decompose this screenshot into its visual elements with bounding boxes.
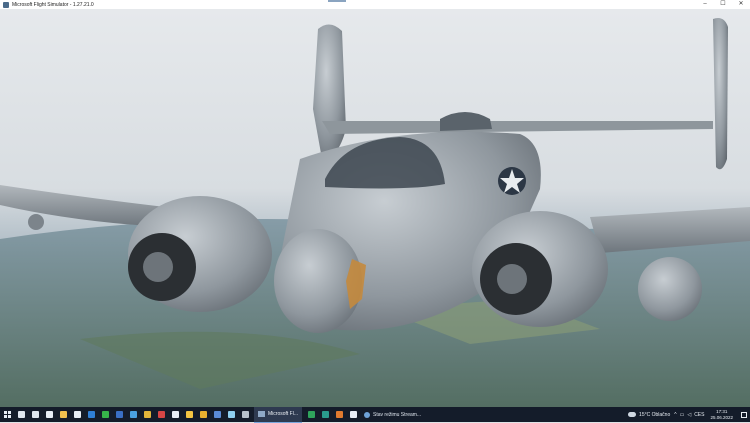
active-task-label: Microsoft Fl... [268, 411, 299, 417]
taskbar-app[interactable] [98, 407, 112, 422]
title-drag-marker [328, 0, 346, 2]
taskbar-app[interactable] [304, 407, 318, 422]
app-cross-icon [129, 411, 137, 418]
notes-icon [227, 411, 235, 418]
windows-logo-icon [3, 411, 11, 418]
simulator-viewport[interactable] [0, 9, 750, 407]
minimize-button[interactable]: – [696, 0, 714, 9]
windows-taskbar: Microsoft Fl... Stav režimu Stream... 15… [0, 406, 750, 423]
chrome-icon [199, 411, 207, 418]
flight-simulator-app-icon [3, 1, 9, 8]
cloud-icon[interactable] [628, 412, 637, 417]
network-icon[interactable]: ▭ [680, 412, 685, 418]
notification-icon [741, 411, 747, 418]
notification-center-button[interactable] [738, 407, 750, 422]
tray-overflow-chevron-icon[interactable]: ^ [674, 412, 676, 418]
left-wing-tank [28, 214, 44, 230]
taskbar-app[interactable] [168, 407, 182, 422]
taskbar-app[interactable] [140, 407, 154, 422]
taskbar-app[interactable] [210, 407, 224, 422]
right-propeller-hub [497, 264, 527, 294]
app-gray-icon [241, 411, 249, 418]
taskbar-app[interactable] [224, 407, 238, 422]
aircraft-scene [0, 9, 750, 407]
right-drop-tank [638, 257, 702, 321]
volume-icon[interactable]: ◁ [687, 412, 691, 418]
taskbar-app[interactable] [318, 407, 332, 422]
start-button[interactable] [0, 407, 14, 422]
taskbar-app[interactable] [14, 407, 28, 422]
left-propeller-hub [143, 252, 173, 282]
taskbar-app[interactable] [332, 407, 346, 422]
window-title-bar[interactable]: Microsoft Flight Simulator - 1.27.21.0 –… [0, 0, 750, 9]
whatsapp-icon [101, 411, 109, 418]
running-apps [304, 407, 360, 422]
taskbar-app[interactable] [238, 407, 252, 422]
clock-date: 25.06.2022 [710, 414, 733, 420]
app-green-icon [321, 411, 329, 418]
taskbar-app[interactable] [126, 407, 140, 422]
search-icon [17, 411, 25, 418]
language-indicator[interactable]: CES [694, 412, 704, 418]
folder-icon [185, 411, 193, 418]
close-button[interactable]: ✕ [732, 0, 750, 9]
task-view-icon [31, 411, 39, 418]
clock[interactable]: 17:31 25.06.2022 [710, 409, 733, 420]
taskbar-task-flight-simulator[interactable]: Microsoft Fl... [254, 406, 303, 423]
calendar-app-icon [171, 411, 179, 418]
taskbar-app[interactable] [56, 407, 70, 422]
outlook-icon [87, 411, 95, 418]
app-blue-icon [115, 411, 123, 418]
taskbar-app[interactable] [28, 407, 42, 422]
stream-task-label: Stav režimu Stream... [373, 411, 422, 418]
notepad-icon [73, 411, 81, 418]
app-orange-icon [335, 411, 343, 418]
excel-icon [307, 411, 315, 418]
file-explorer-icon [59, 411, 67, 418]
taskbar-app[interactable] [42, 407, 56, 422]
stream-mode-icon [364, 411, 371, 418]
maximize-button[interactable]: ☐ [714, 0, 732, 9]
app-white-icon [349, 411, 357, 418]
system-tray: 15°C Oblačno ^ ▭ ◁ CES 17:31 25.06.2022 [628, 407, 750, 422]
taskbar-app[interactable] [182, 407, 196, 422]
taskbar-task-stream-mode[interactable]: Stav režimu Stream... [360, 407, 425, 422]
flight-simulator-task-icon [258, 411, 265, 417]
taskbar-app[interactable] [112, 407, 126, 422]
window-title: Microsoft Flight Simulator - 1.27.21.0 [12, 1, 94, 8]
taskbar-app[interactable] [196, 407, 210, 422]
onedrive-icon [45, 411, 53, 418]
taskbar-app[interactable] [84, 407, 98, 422]
app-yellow-icon [143, 411, 151, 418]
taskbar-app[interactable] [154, 407, 168, 422]
taskbar-app[interactable] [70, 407, 84, 422]
docs-icon [213, 411, 221, 418]
pinned-apps [14, 407, 252, 422]
weather-text[interactable]: 15°C Oblačno [639, 412, 670, 418]
shield-app-icon [157, 411, 165, 418]
taskbar-app[interactable] [346, 407, 360, 422]
